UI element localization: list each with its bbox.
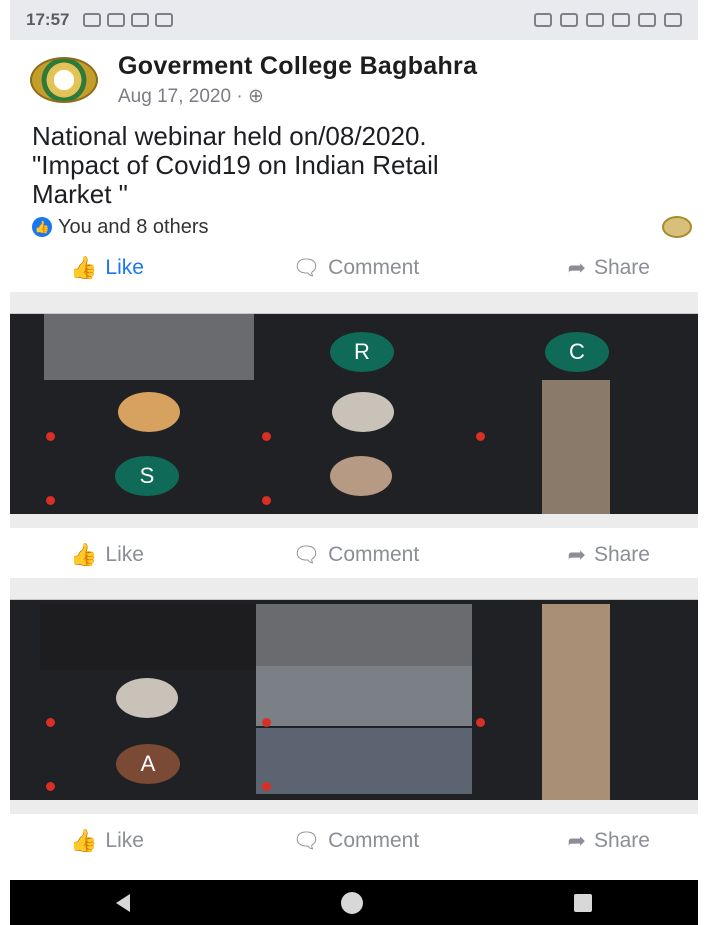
wifi-icon	[612, 13, 630, 27]
participant-photo	[118, 392, 180, 432]
globe-icon: ⊕	[247, 86, 264, 107]
comment-icon: 🗨	[292, 542, 321, 567]
call-icon	[586, 13, 604, 27]
system-icons	[534, 13, 682, 27]
post-actions: 👍 Like 🗨 Comment ➦ Share	[30, 823, 690, 859]
reactions-text: You and 8 others	[58, 215, 209, 238]
android-nav-bar	[10, 880, 698, 925]
data-icon	[560, 13, 578, 27]
video-tile	[542, 604, 610, 800]
like-button[interactable]: 👍 Like	[70, 255, 144, 281]
video-tile	[542, 380, 610, 514]
college-logo[interactable]	[30, 57, 98, 103]
video-tile	[256, 604, 472, 666]
notification-icon	[131, 13, 150, 27]
comment-button[interactable]: 🗨 Comment	[292, 828, 419, 854]
post-text-line: National webinar held on/08/2020.	[32, 121, 427, 151]
mic-muted-icon	[262, 718, 271, 727]
participant-avatar: A	[116, 744, 180, 784]
post-actions: 👍 Like 🗨 Comment ➦ Share	[30, 537, 690, 573]
like-label: Like	[105, 829, 144, 852]
mic-muted-icon	[476, 432, 485, 441]
share-label: Share	[593, 829, 650, 852]
comment-icon: 🗨	[292, 255, 321, 280]
mic-muted-icon	[46, 496, 55, 505]
mic-muted-icon	[46, 782, 55, 791]
mic-muted-icon	[262, 496, 271, 505]
like-label: Like	[105, 256, 144, 279]
browser-chrome	[10, 578, 698, 600]
post-text-line: "Impact of Covid19 on Indian Retail	[32, 150, 439, 180]
alarm-icon	[534, 13, 552, 27]
comment-button[interactable]: 🗨 Comment	[292, 542, 419, 568]
participant-avatar: S	[115, 456, 179, 496]
notification-icon	[155, 13, 174, 27]
post-text: National webinar held on/08/2020. "Impac…	[32, 122, 672, 209]
post-date-text: Aug 17, 2020 ·	[118, 86, 248, 107]
participant-photo	[116, 678, 178, 718]
like-button[interactable]: 👍 Like	[70, 542, 144, 568]
comment-icon: 🗨	[292, 828, 321, 853]
video-tile	[40, 604, 258, 670]
video-tile	[44, 314, 254, 380]
notification-icon	[107, 13, 126, 27]
like-button[interactable]: 👍 Like	[70, 828, 144, 854]
participant-photo	[332, 392, 394, 432]
browser-footer	[10, 514, 698, 528]
browser-footer	[10, 800, 698, 814]
browser-chrome	[10, 292, 698, 314]
mic-muted-icon	[46, 432, 55, 441]
status-time: 17:57	[26, 10, 70, 29]
share-button[interactable]: ➦ Share	[568, 542, 650, 568]
page-name[interactable]: Goverment College Bagbahra	[118, 52, 477, 81]
post-image-2[interactable]: A	[10, 578, 698, 814]
like-label: Like	[105, 543, 144, 566]
battery-icon	[664, 13, 682, 27]
thumbs-up-icon: 👍	[70, 255, 98, 280]
comment-label: Comment	[328, 256, 420, 279]
notification-icon	[83, 13, 102, 27]
video-tile	[256, 728, 472, 794]
signal-icon	[638, 13, 656, 27]
share-button[interactable]: ➦ Share	[568, 828, 650, 854]
share-button[interactable]: ➦ Share	[568, 255, 650, 281]
mic-muted-icon	[476, 718, 485, 727]
home-icon[interactable]	[340, 891, 363, 914]
comment-label: Comment	[328, 543, 420, 566]
post-text-line: Market "	[32, 179, 128, 209]
reactions-summary[interactable]: 👍 You and 8 others	[32, 214, 692, 240]
share-icon: ➦	[567, 255, 586, 280]
thumbs-up-icon: 👍	[70, 828, 98, 853]
video-tile	[256, 666, 472, 726]
share-label: Share	[593, 256, 650, 279]
post-date[interactable]: Aug 17, 2020 · ⊕	[118, 85, 477, 108]
reactor-avatar[interactable]	[662, 216, 692, 238]
mic-muted-icon	[262, 432, 271, 441]
share-icon: ➦	[567, 828, 586, 853]
post-actions: 👍 Like 🗨 Comment ➦ Share	[30, 250, 690, 286]
notification-icons	[83, 13, 174, 27]
participant-avatar: C	[545, 332, 609, 372]
post-header: Goverment College Bagbahra Aug 17, 2020 …	[30, 52, 477, 108]
mic-muted-icon	[46, 718, 55, 727]
status-bar: 17:57	[10, 0, 698, 40]
comment-button[interactable]: 🗨 Comment	[292, 255, 419, 281]
participant-avatar: R	[330, 332, 394, 372]
comment-label: Comment	[328, 829, 420, 852]
recent-apps-icon[interactable]	[574, 893, 593, 912]
mic-muted-icon	[262, 782, 271, 791]
back-icon[interactable]	[115, 893, 130, 912]
share-label: Share	[593, 543, 650, 566]
like-reaction-icon: 👍	[32, 217, 52, 237]
participant-photo	[330, 456, 392, 496]
post-image-1[interactable]: R C S	[10, 292, 698, 528]
thumbs-up-icon: 👍	[70, 542, 98, 567]
share-icon: ➦	[567, 542, 586, 567]
